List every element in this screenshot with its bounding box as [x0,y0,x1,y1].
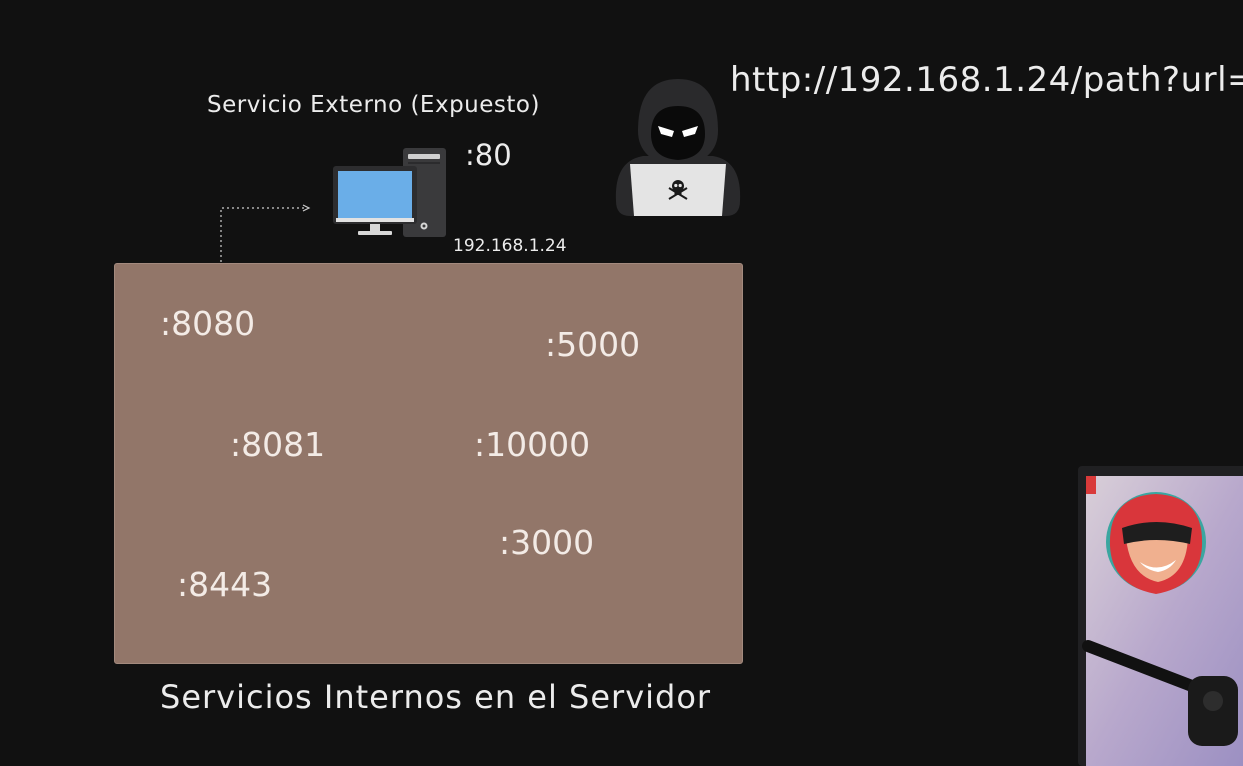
external-ip-label: 192.168.1.24 [453,236,567,256]
internal-port-3000: :3000 [499,523,595,562]
external-service-title: Servicio Externo (Expuesto) [207,92,540,118]
webcam-feed-image [1082,476,1243,766]
webcam-overlay [1078,466,1243,766]
internal-port-8443: :8443 [177,565,273,604]
hacker-icon [615,79,741,216]
internal-services-title: Servicios Internos en el Servidor [160,678,712,716]
internal-port-8081: :8081 [230,425,326,464]
desktop-computer-icon [333,148,446,237]
attack-url: http://192.168.1.24/path?url= [730,60,1243,100]
external-port-label: :80 [465,138,512,172]
internal-port-8080: :8080 [160,304,256,343]
internal-port-5000: :5000 [545,325,641,364]
internal-port-10000: :10000 [474,425,591,464]
